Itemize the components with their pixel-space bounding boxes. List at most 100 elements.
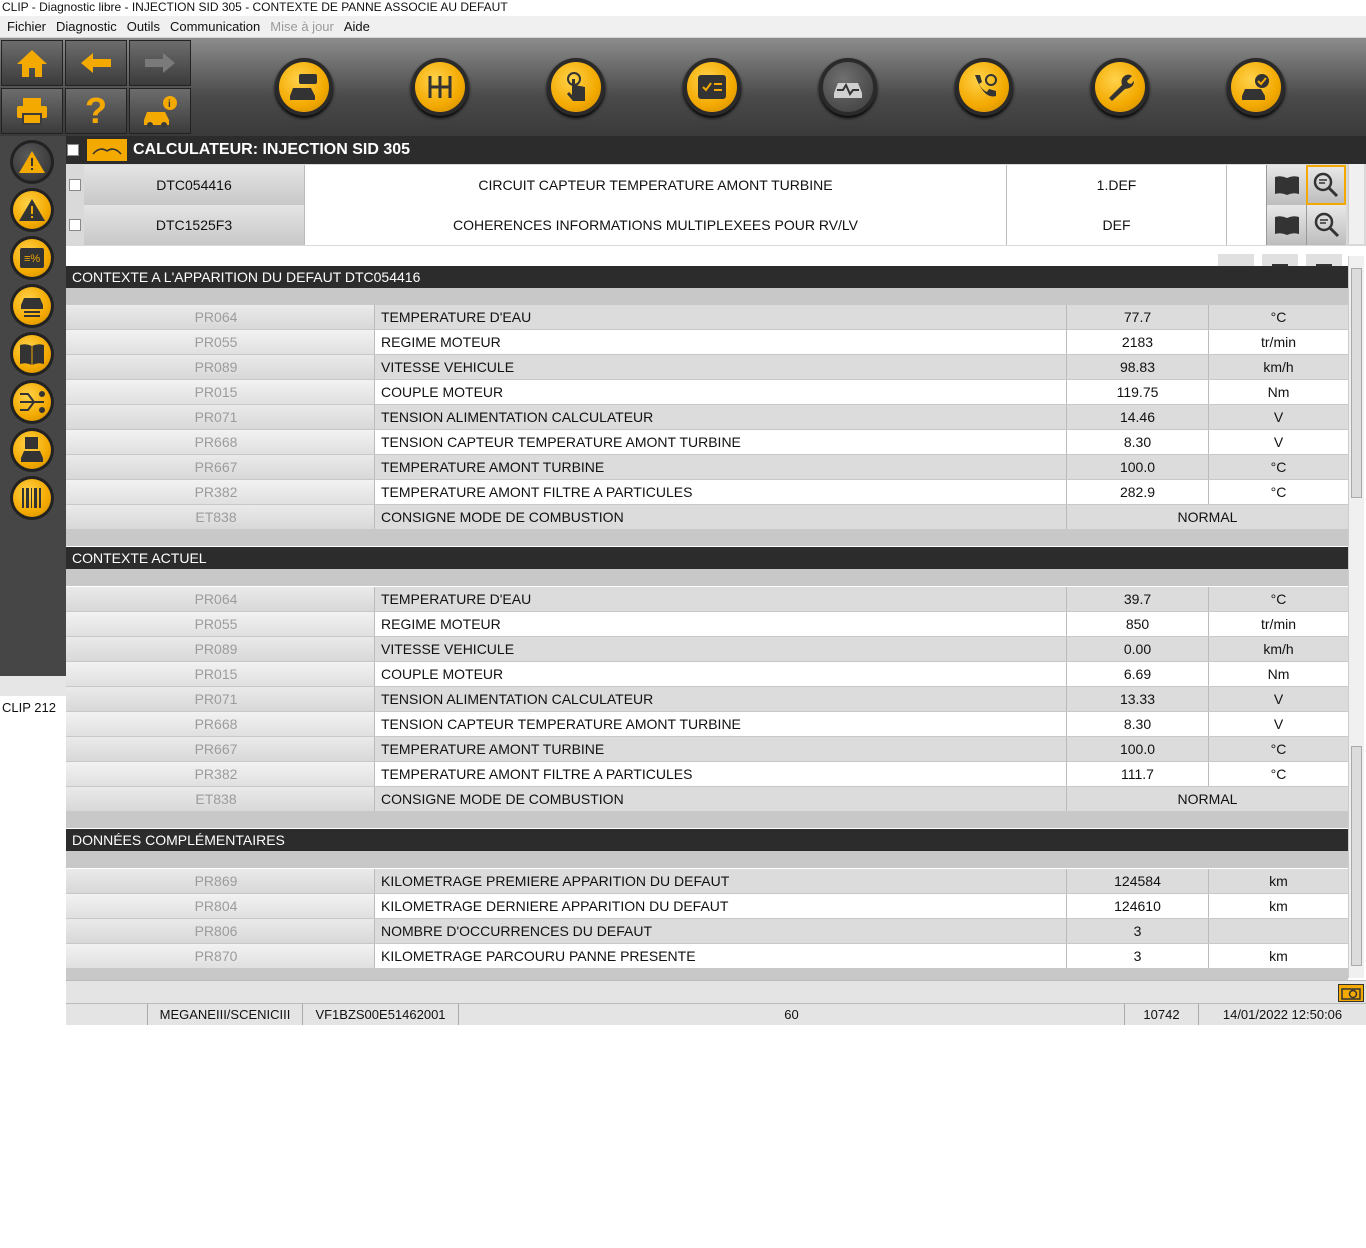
parameter-row[interactable]: PR382 TEMPERATURE AMONT FILTRE A PARTICUL… [66, 480, 1348, 505]
forward-button[interactable] [129, 40, 191, 86]
parameter-row[interactable]: PR870 KILOMETRAGE PARCOURU PANNE PRESENTE… [66, 944, 1348, 969]
parameter-label: TENSION CAPTEUR TEMPERATURE AMONT TURBIN… [374, 712, 1066, 736]
dtc-row[interactable]: DTC054416 CIRCUIT CAPTEUR TEMPERATURE AM… [66, 165, 1348, 205]
forward-arrow-icon [145, 53, 175, 73]
parameter-row[interactable]: PR064 TEMPERATURE D'EAU 77.7 °C [66, 305, 1348, 330]
parameter-unit: km/h [1208, 637, 1348, 661]
sidebar-barcode-button[interactable] [10, 476, 54, 520]
parameter-value: 282.9 [1066, 480, 1208, 504]
home-button[interactable] [1, 40, 63, 86]
parameter-value: 14.46 [1066, 405, 1208, 429]
screenshot-button[interactable] [1338, 984, 1364, 1002]
window-title: CLIP - Diagnostic libre - INJECTION SID … [0, 0, 1366, 16]
calculator-checkbox[interactable] [67, 144, 79, 156]
menu-fichier[interactable]: Fichier [2, 19, 51, 34]
dtc-status: DEF [1006, 205, 1226, 245]
vehicle-message-button[interactable] [275, 58, 333, 116]
sidebar-percentage-button[interactable]: ≡% [10, 236, 54, 280]
parameter-unit: km [1208, 894, 1348, 918]
magnifier-icon [1313, 172, 1339, 198]
parameter-row[interactable]: ET838 CONSIGNE MODE DE COMBUSTION NORMAL [66, 505, 1348, 530]
parameter-value: 850 [1066, 612, 1208, 636]
parameter-row[interactable]: PR668 TENSION CAPTEUR TEMPERATURE AMONT T… [66, 430, 1348, 455]
parameter-row[interactable]: ET838 CONSIGNE MODE DE COMBUSTION NORMAL [66, 787, 1348, 812]
printer-icon [17, 98, 47, 125]
menu-outils[interactable]: Outils [122, 19, 165, 34]
parameter-value: 124584 [1066, 869, 1208, 893]
parameter-row[interactable]: PR668 TENSION CAPTEUR TEMPERATURE AMONT T… [66, 712, 1348, 737]
vehicle-diagnostic-button[interactable] [819, 58, 877, 116]
checklist-button[interactable] [683, 58, 741, 116]
parameter-row[interactable]: PR806 NOMBRE D'OCCURRENCES DU DEFAUT 3 [66, 919, 1348, 944]
dtc-scrollbar[interactable] [1348, 164, 1364, 244]
parameter-row[interactable]: PR869 KILOMETRAGE PREMIERE APPARITION DU … [66, 869, 1348, 894]
parameter-row[interactable]: PR055 REGIME MOTEUR 850 tr/min [66, 612, 1348, 637]
dtc-code: DTC054416 [84, 165, 304, 205]
parameter-row[interactable]: PR015 COUPLE MOTEUR 119.75 Nm [66, 380, 1348, 405]
camera-icon [1341, 988, 1361, 1000]
dtc-documentation-button[interactable] [1266, 165, 1306, 205]
sidebar-vehicle-list-button[interactable] [10, 284, 54, 328]
back-button[interactable] [65, 40, 127, 86]
dtc-row[interactable]: DTC1525F3 COHERENCES INFORMATIONS MULTIP… [66, 205, 1348, 245]
svg-text:≡%: ≡% [24, 253, 40, 265]
parameter-row[interactable]: PR804 KILOMETRAGE DERNIERE APPARITION DU … [66, 894, 1348, 919]
gearbox-button[interactable] [411, 58, 469, 116]
parameter-row[interactable]: PR667 TEMPERATURE AMONT TURBINE 100.0 °C [66, 455, 1348, 480]
toolbar: ? i [0, 38, 1366, 136]
parameter-row[interactable]: PR089 VITESSE VEHICULE 0.00 km/h [66, 637, 1348, 662]
parameter-row[interactable]: PR015 COUPLE MOTEUR 6.69 Nm [66, 662, 1348, 687]
menu-communication[interactable]: Communication [165, 19, 265, 34]
parameter-value: 3 [1066, 944, 1208, 968]
parameter-row[interactable]: PR071 TENSION ALIMENTATION CALCULATEUR 13.… [66, 687, 1348, 712]
help-button[interactable]: ? [65, 88, 127, 134]
parameter-unit: V [1208, 430, 1348, 454]
phone-support-button[interactable] [955, 58, 1013, 116]
content-scrollbar[interactable] [1348, 256, 1364, 978]
parameter-id: PR382 [66, 480, 374, 504]
parameter-row[interactable]: PR667 TEMPERATURE AMONT TURBINE 100.0 °C [66, 737, 1348, 762]
parameter-row[interactable]: PR064 TEMPERATURE D'EAU 39.7 °C [66, 587, 1348, 612]
dtc-details-button[interactable] [1306, 165, 1346, 205]
sidebar-wiring-button[interactable] [10, 380, 54, 424]
dtc-checkbox[interactable] [69, 179, 81, 191]
dtc-checkbox[interactable] [69, 219, 81, 231]
parameter-unit: km [1208, 944, 1348, 968]
parameter-label: REGIME MOTEUR [374, 612, 1066, 636]
parameter-row[interactable]: PR089 VITESSE VEHICULE 98.83 km/h [66, 355, 1348, 380]
touch-button[interactable] [547, 58, 605, 116]
section-title: DONNÉES COMPLÉMENTAIRES [66, 829, 1348, 851]
parameter-id: ET838 [66, 505, 374, 529]
parameter-value: 77.7 [1066, 305, 1208, 329]
sidebar-warning-active-button[interactable] [10, 140, 54, 184]
parameter-unit: Nm [1208, 662, 1348, 686]
parameter-label: VITESSE VEHICULE [374, 637, 1066, 661]
warning-icon [19, 151, 45, 173]
print-button[interactable] [1, 88, 63, 134]
dtc-details-button[interactable] [1306, 205, 1346, 245]
vehicle-diagnostic-icon [834, 82, 862, 98]
dtc-documentation-button[interactable] [1266, 205, 1306, 245]
parameter-label: TEMPERATURE AMONT FILTRE A PARTICULES [374, 762, 1066, 786]
sidebar-vehicle-save-button[interactable] [10, 428, 54, 472]
vehicle-info-button[interactable]: i [129, 88, 191, 134]
parameter-unit: °C [1208, 455, 1348, 479]
phone-support-icon [975, 74, 997, 97]
warning-icon [19, 199, 45, 221]
menu-diagnostic[interactable]: Diagnostic [51, 19, 122, 34]
parameter-value: 111.7 [1066, 762, 1208, 786]
parameter-row[interactable]: PR382 TEMPERATURE AMONT FILTRE A PARTICUL… [66, 762, 1348, 787]
menu-mise-a-jour: Mise à jour [270, 19, 334, 34]
wiring-icon [20, 391, 45, 413]
status-field-4: 10742 [1125, 1004, 1199, 1025]
wrench-button[interactable] [1091, 58, 1149, 116]
parameter-row[interactable]: PR071 TENSION ALIMENTATION CALCULATEUR 14.… [66, 405, 1348, 430]
vehicle-check-button[interactable] [1227, 58, 1285, 116]
parameter-row[interactable]: PR055 REGIME MOTEUR 2183 tr/min [66, 330, 1348, 355]
menu-aide[interactable]: Aide [339, 19, 375, 34]
sidebar-book-button[interactable] [10, 332, 54, 376]
parameter-id: PR015 [66, 380, 374, 404]
status-spacer [66, 980, 1366, 1003]
sidebar-warning-button[interactable] [10, 188, 54, 232]
book-icon [1274, 176, 1299, 195]
